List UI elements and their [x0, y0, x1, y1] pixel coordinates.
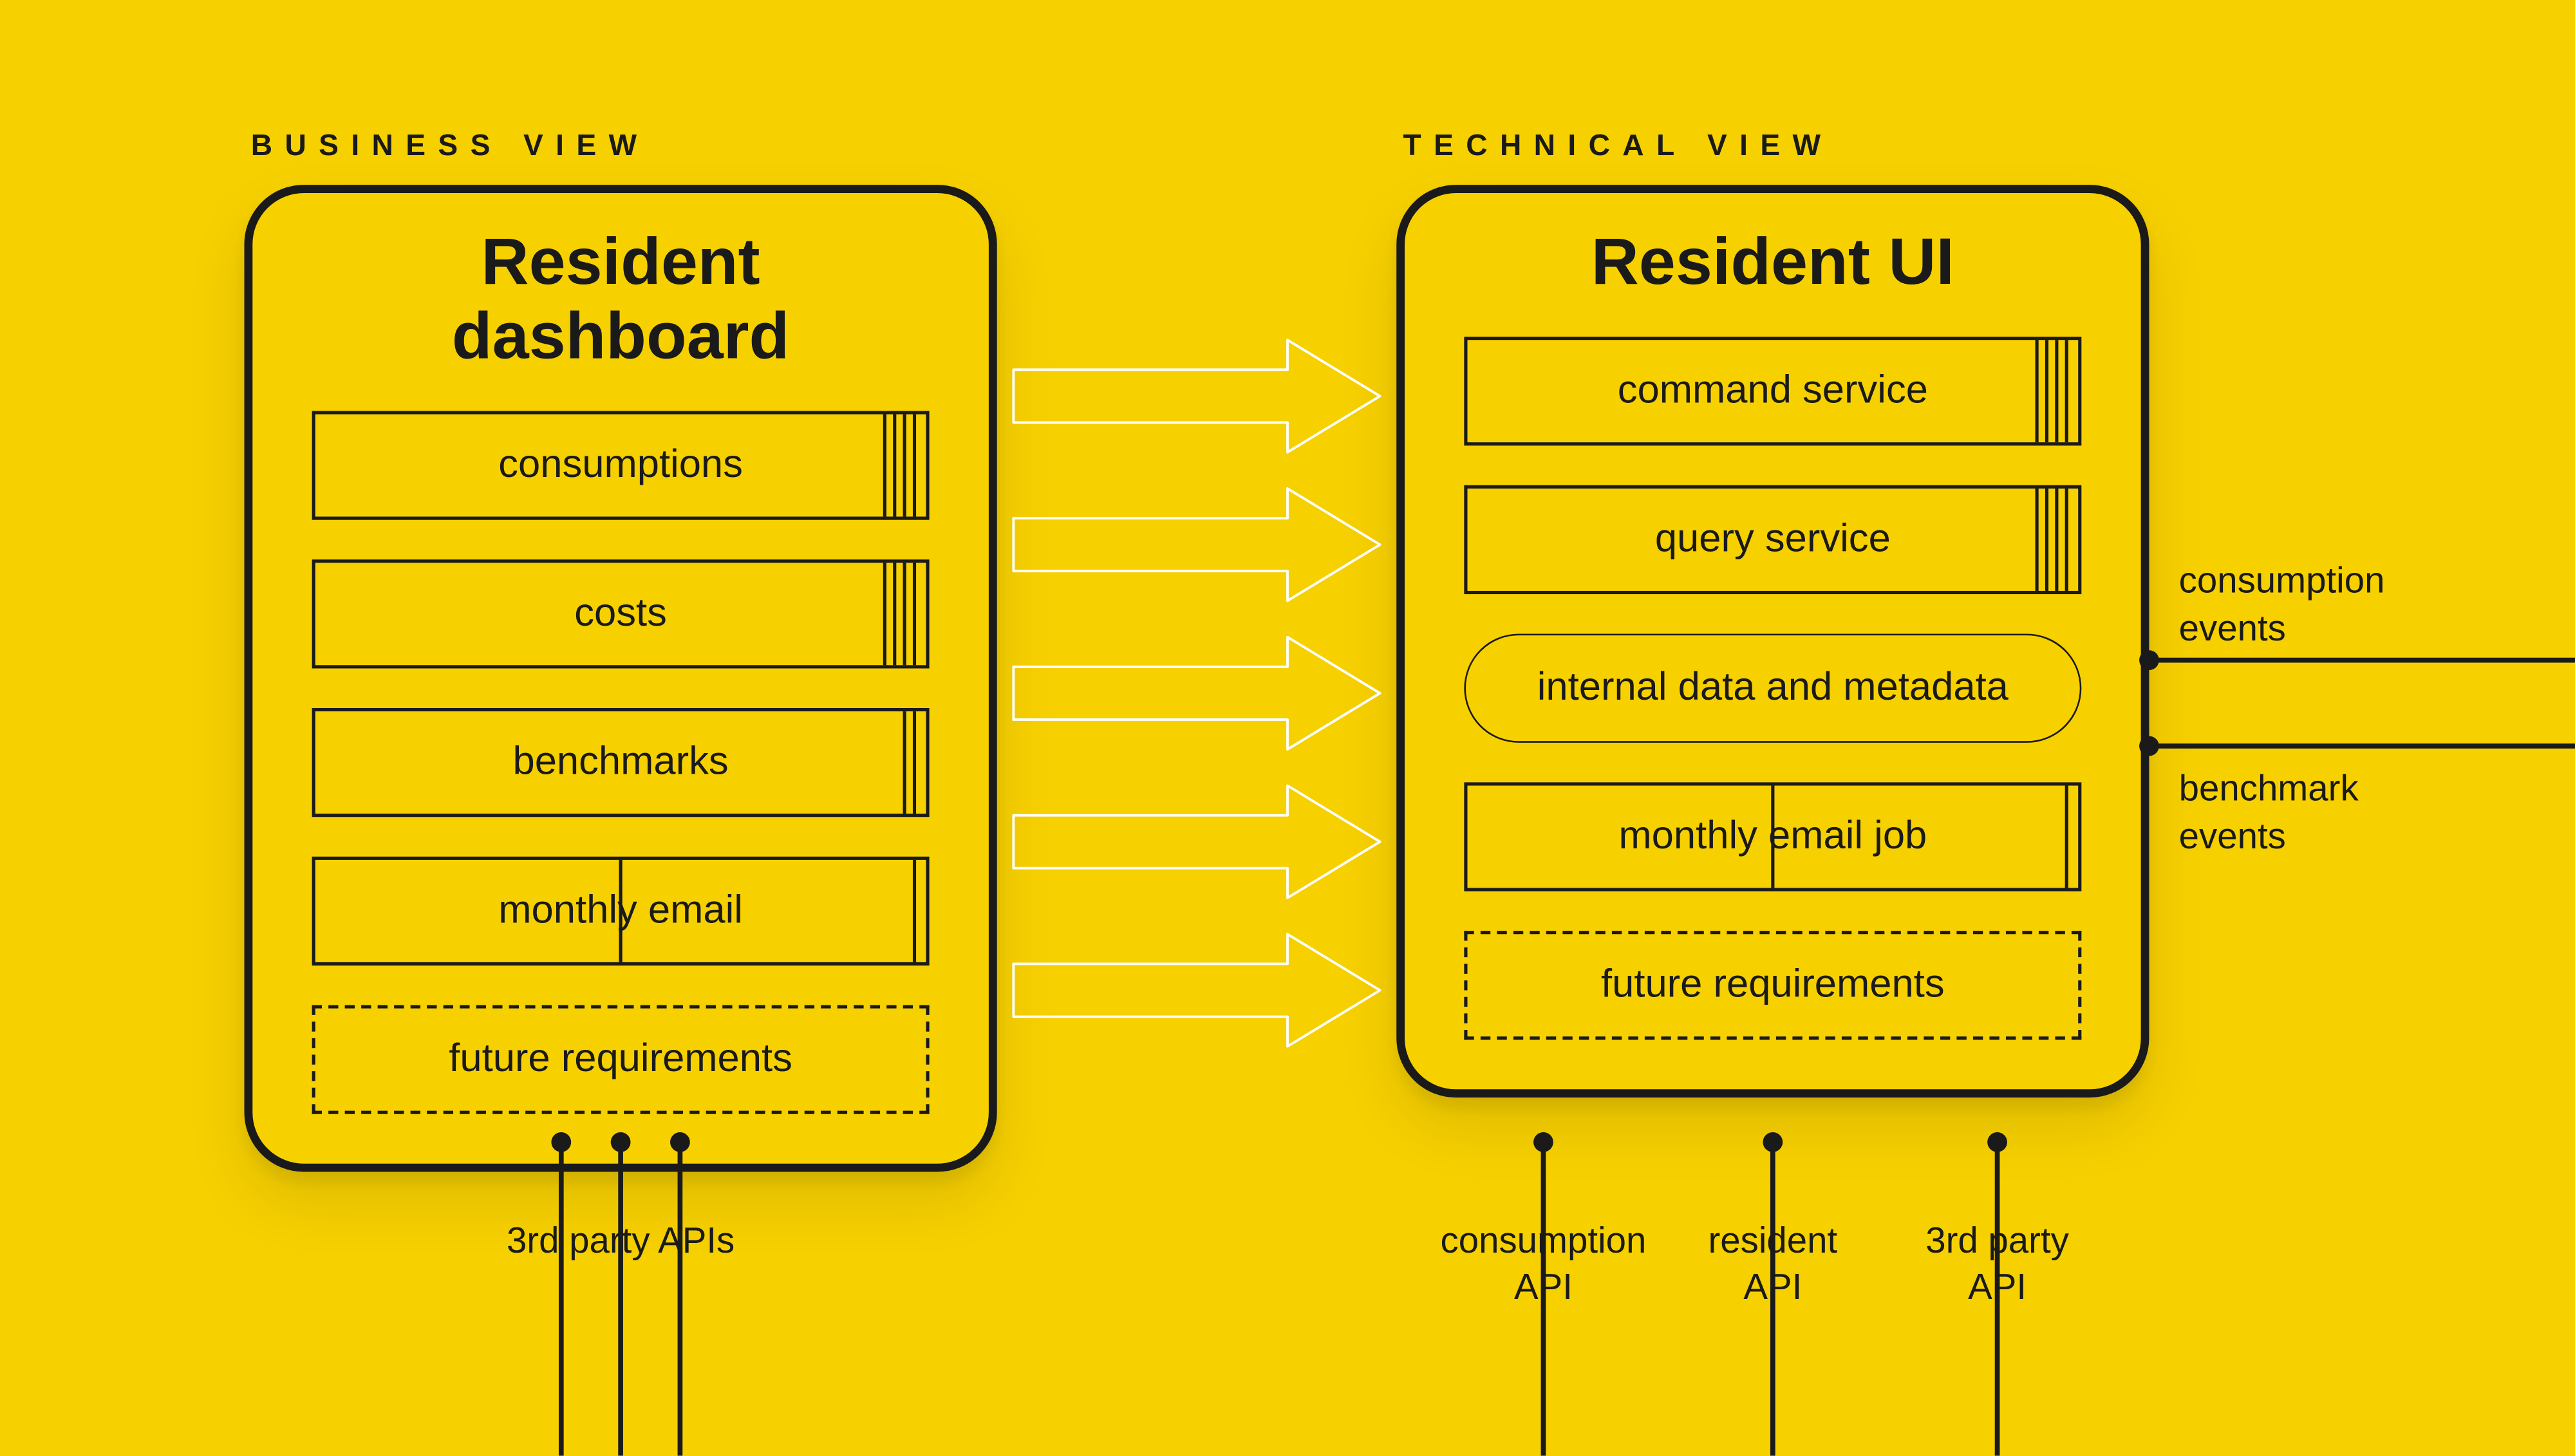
- row-label: benchmarks: [512, 740, 728, 786]
- mapping-arrows: [1013, 340, 1380, 1046]
- label-line: consumption: [2179, 559, 2385, 601]
- business-item-future: future requirements: [312, 1005, 930, 1114]
- technical-item-future: future requirements: [1464, 931, 2081, 1040]
- technical-item-internal-data: internal data and metadata: [1464, 634, 2081, 743]
- business-view-label: BUSINESS VIEW: [251, 129, 650, 163]
- business-api-group-label: 3rd party APIs: [489, 1218, 753, 1264]
- business-item-consumptions: consumptions: [312, 411, 930, 519]
- row-label: costs: [574, 591, 667, 637]
- label-line: events: [2179, 607, 2286, 648]
- technical-api-label-3rdparty: 3rd party API: [1865, 1218, 2129, 1309]
- technical-api-label-consumption: consumption API: [1411, 1218, 1675, 1309]
- business-bottom-connectors: [551, 1132, 689, 1456]
- side-event-benchmark: benchmark events: [2179, 766, 2359, 861]
- row-label: future requirements: [1601, 962, 1945, 1009]
- label-line: API: [1968, 1265, 2027, 1306]
- technical-item-query-service: query service: [1464, 485, 2081, 594]
- row-label: future requirements: [449, 1036, 792, 1083]
- technical-panel-title: Resident UI: [1464, 226, 2081, 300]
- side-event-connectors: [2139, 650, 2575, 756]
- business-item-costs: costs: [312, 559, 930, 668]
- technical-panel: Resident UI command service query servic…: [1396, 185, 2149, 1097]
- label-line: resident: [1708, 1220, 1837, 1261]
- technical-item-monthly-email-job: monthly email job: [1464, 782, 2081, 891]
- row-label: consumptions: [498, 442, 743, 489]
- label-line: 3rd party: [1925, 1220, 2069, 1261]
- row-label: command service: [1618, 368, 1928, 415]
- label-line: API: [1743, 1265, 1802, 1306]
- business-panel-title: Resident dashboard: [312, 226, 930, 375]
- label-line: events: [2179, 815, 2286, 856]
- row-label: internal data and metadata: [1537, 665, 2009, 711]
- row-label: monthly email job: [1618, 814, 1927, 860]
- business-item-monthly-email: monthly email: [312, 857, 930, 966]
- label-line: benchmark: [2179, 767, 2359, 808]
- row-label: monthly email: [498, 888, 743, 934]
- technical-item-command-service: command service: [1464, 337, 2081, 445]
- row-label: query service: [1655, 517, 1891, 563]
- side-event-consumption: consumption events: [2179, 558, 2385, 653]
- label-line: consumption: [1441, 1220, 1647, 1261]
- label-line: API: [1514, 1265, 1573, 1306]
- business-panel: Resident dashboard consumptions costs be…: [244, 185, 997, 1171]
- technical-view-label: TECHNICAL VIEW: [1403, 129, 1833, 163]
- business-item-benchmarks: benchmarks: [312, 708, 930, 817]
